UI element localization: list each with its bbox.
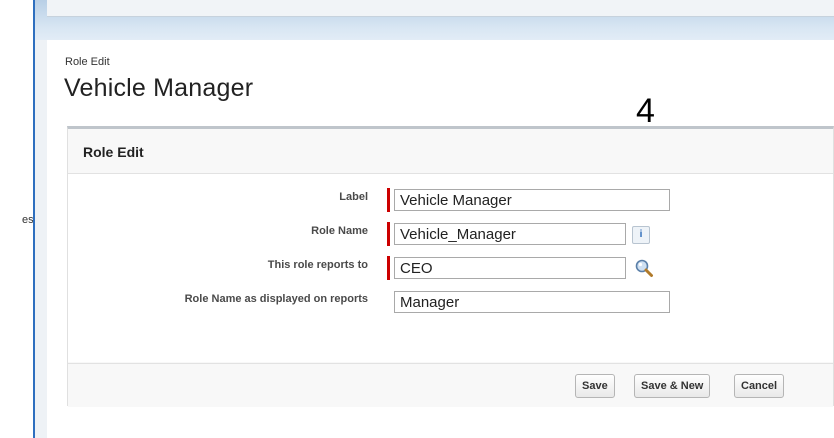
role-name-input[interactable] (394, 223, 626, 245)
display-name-field-label: Role Name as displayed on reports (184, 293, 368, 305)
required-marker (387, 222, 390, 246)
reports-to-input[interactable] (394, 257, 626, 279)
save-and-new-button[interactable]: Save & New (634, 374, 711, 398)
display-name-input[interactable] (394, 291, 670, 313)
panel-header: Role Edit (68, 129, 833, 174)
role-name-field-label: Role Name (311, 225, 368, 237)
info-icon[interactable]: i (632, 226, 650, 244)
required-marker (387, 256, 390, 280)
required-marker (387, 188, 390, 212)
label-input[interactable] (394, 189, 670, 211)
cancel-button[interactable]: Cancel (734, 374, 785, 398)
left-nav-cut-text: es (22, 214, 34, 226)
page-title: Vehicle Manager (64, 74, 254, 102)
role-edit-form: Label Role Name i This role reports to (68, 174, 833, 362)
save-button[interactable]: Save (575, 374, 615, 398)
lookup-icon[interactable] (634, 258, 654, 278)
role-edit-panel: Role Edit Label Role Name i This role re… (67, 126, 834, 407)
left-nav-panel: es (0, 0, 35, 438)
label-field-label: Label (339, 191, 368, 203)
top-bar (47, 0, 834, 17)
content-gutter (35, 40, 47, 438)
page-subtitle: Role Edit (65, 56, 110, 68)
reports-to-field-label: This role reports to (267, 259, 368, 271)
main-content: Role Edit Vehicle Manager 4 Role Edit La… (47, 40, 834, 438)
panel-button-bar: Save Save & New Cancel (68, 363, 833, 407)
screenshot-stage: es Role Edit Vehicle Manager 4 Role Edit… (0, 0, 834, 438)
panel-title: Role Edit (83, 144, 144, 160)
